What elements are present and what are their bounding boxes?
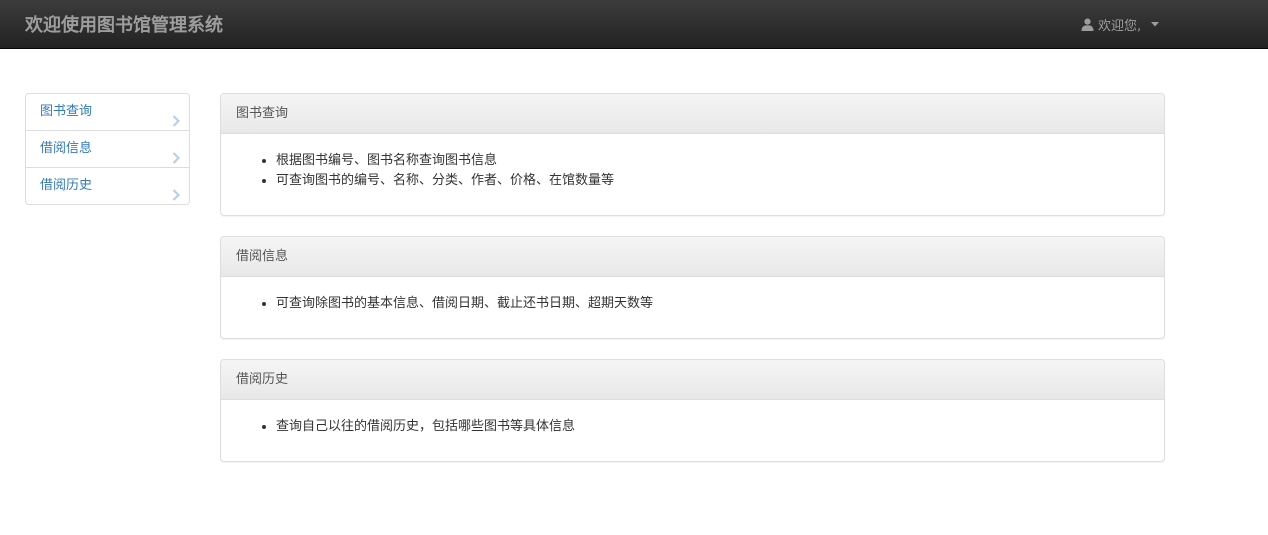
panel-body: 查询自己以往的借阅历史，包括哪些图书等具体信息 — [221, 400, 1164, 437]
feature-list: 可查询除图书的基本信息、借阅日期、截止还书日期、超期天数等 — [221, 277, 1164, 314]
sidebar-item-label: 图书查询 — [40, 104, 93, 119]
panel-title: 借阅信息 — [221, 237, 1164, 277]
panel-borrow-history: 借阅历史 查询自己以往的借阅历史，包括哪些图书等具体信息 — [220, 359, 1165, 462]
sidebar-nav: 图书查询 借阅信息 借阅历史 — [25, 93, 190, 205]
sidebar-item-label: 借阅历史 — [40, 178, 93, 193]
panel-title: 借阅历史 — [221, 360, 1164, 400]
user-dropdown[interactable]: 欢迎您, — [1081, 14, 1160, 34]
list-item: 可查询除图书的基本信息、借阅日期、截止还书日期、超期天数等 — [276, 294, 1164, 314]
feature-list: 查询自己以往的借阅历史，包括哪些图书等具体信息 — [221, 400, 1164, 437]
sidebar-item-label: 借阅信息 — [40, 141, 93, 156]
feature-list: 根据图书编号、图书名称查询图书信息 可查询图书的编号、名称、分类、作者、价格、在… — [221, 134, 1164, 191]
sidebar-item-book-search[interactable]: 图书查询 — [26, 94, 189, 130]
panel-borrow-info: 借阅信息 可查询除图书的基本信息、借阅日期、截止还书日期、超期天数等 — [220, 236, 1165, 339]
caret-down-icon — [1151, 21, 1160, 27]
top-navbar: 欢迎使用图书馆管理系统 欢迎您, — [0, 0, 1268, 49]
list-item: 查询自己以往的借阅历史，包括哪些图书等具体信息 — [276, 417, 1164, 437]
panel-title: 图书查询 — [221, 94, 1164, 134]
user-greeting: 欢迎您, — [1098, 18, 1142, 34]
sidebar-item-borrow-history[interactable]: 借阅历史 — [26, 167, 189, 204]
panel-body: 可查询除图书的基本信息、借阅日期、截止还书日期、超期天数等 — [221, 277, 1164, 314]
list-item: 根据图书编号、图书名称查询图书信息 — [276, 151, 1164, 171]
panel-body: 根据图书编号、图书名称查询图书信息 可查询图书的编号、名称、分类、作者、价格、在… — [221, 134, 1164, 191]
user-icon — [1081, 18, 1094, 31]
sidebar-item-borrow-info[interactable]: 借阅信息 — [26, 130, 189, 167]
panel-book-search: 图书查询 根据图书编号、图书名称查询图书信息 可查询图书的编号、名称、分类、作者… — [220, 93, 1165, 216]
list-item: 可查询图书的编号、名称、分类、作者、价格、在馆数量等 — [276, 171, 1164, 191]
brand-title[interactable]: 欢迎使用图书馆管理系统 — [25, 11, 223, 37]
chevron-right-icon — [172, 180, 181, 216]
